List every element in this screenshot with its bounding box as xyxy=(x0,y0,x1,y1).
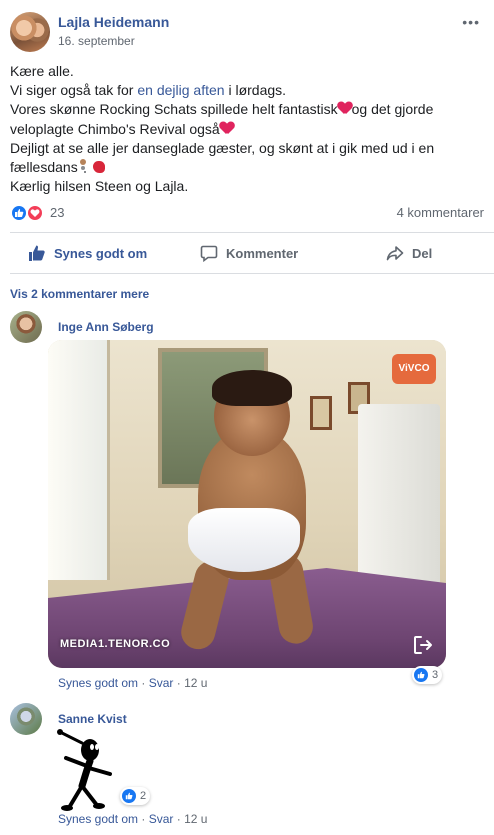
more-options-icon[interactable]: ••• xyxy=(462,14,480,30)
gif-baby-diaper xyxy=(188,508,300,572)
post-text: Vi siger også tak for xyxy=(10,82,138,99)
comment-reaction-count: 3 xyxy=(432,669,439,681)
share-label: Del xyxy=(412,245,433,261)
love-reaction-icon[interactable] xyxy=(26,204,44,222)
post-author[interactable]: Lajla Heidemann xyxy=(58,14,169,30)
post-line: Kære alle. xyxy=(10,62,484,81)
post-actions: Synes godt om Kommenter Del xyxy=(10,232,494,274)
post-line: Kærlig hilsen Steen og Lajla. xyxy=(10,177,484,196)
like-reaction-icon xyxy=(414,668,428,682)
post-line: Dejligt at se alle jer danseglade gæster… xyxy=(10,139,484,158)
comment-timestamp[interactable]: 12 u xyxy=(184,676,207,690)
avatar[interactable] xyxy=(10,12,50,52)
post-text: Kære alle. xyxy=(10,63,74,79)
open-external-icon[interactable] xyxy=(412,634,434,656)
comment-label: Kommenter xyxy=(226,245,299,261)
thumbs-up-icon xyxy=(29,245,45,261)
like-reaction-icon[interactable] xyxy=(10,204,28,222)
reaction-count[interactable]: 23 xyxy=(50,205,64,220)
share-arrow-icon xyxy=(386,246,404,261)
comment-like-link[interactable]: Synes godt om xyxy=(58,812,138,826)
like-reaction-icon xyxy=(122,789,136,803)
comment-gif[interactable]: ViVCO MEDIA1.TENOR.CO xyxy=(48,340,446,668)
commenter-avatar[interactable] xyxy=(10,703,42,735)
comment-meta: Synes godt om · Svar · 12 u xyxy=(58,676,207,690)
post-text: veloplagte Chimbo's Revival også xyxy=(10,120,220,137)
post-date[interactable]: 16. september xyxy=(58,34,135,48)
comments-count[interactable]: 4 kommentarer xyxy=(397,205,484,220)
comment-timestamp[interactable]: 12 u xyxy=(184,812,207,826)
commenter-name[interactable]: Sanne Kvist xyxy=(58,712,127,726)
comment-meta: Synes godt om · Svar · 12 u xyxy=(58,812,207,826)
gif-source-label[interactable]: MEDIA1.TENOR.CO xyxy=(60,638,170,650)
reactions-summary: 23 4 kommentarer xyxy=(10,202,484,224)
gif-picture-frame xyxy=(310,396,332,430)
comment-like-link[interactable]: Synes godt om xyxy=(58,676,138,690)
comment-reaction-badge[interactable]: 2 xyxy=(120,787,151,805)
post-text: i lørdags. xyxy=(224,82,287,99)
post-body: Kære alle. Vi siger også tak for en dejl… xyxy=(10,62,484,196)
comment-reply-link[interactable]: Svar xyxy=(149,676,174,690)
comment-reaction-badge[interactable]: 3 xyxy=(412,666,443,684)
like-button[interactable]: Synes godt om xyxy=(28,233,147,273)
meta-separator: · xyxy=(138,812,149,826)
heart-emoji-icon xyxy=(220,122,234,135)
comment-button[interactable]: Kommenter xyxy=(200,233,298,273)
meta-separator: · xyxy=(173,676,185,690)
heart-emoji-icon xyxy=(338,102,352,115)
post-text: fællesdans xyxy=(10,159,78,176)
dancing-stickman-sticker[interactable] xyxy=(52,728,122,812)
dancing-emoji-icon xyxy=(78,158,108,174)
meta-separator: · xyxy=(173,812,185,826)
comment-reply-link[interactable]: Svar xyxy=(149,812,174,826)
comment-reaction-count: 2 xyxy=(140,790,147,802)
post-text: Kærlig hilsen Steen og Lajla. xyxy=(10,178,189,195)
commenter-name[interactable]: Inge Ann Søberg xyxy=(58,320,154,334)
post-line: fællesdans xyxy=(10,158,484,177)
post-text: og det gjorde xyxy=(351,101,434,118)
commenter-avatar[interactable] xyxy=(10,311,42,343)
post-line: veloplagte Chimbo's Revival også xyxy=(10,120,484,139)
post-text: Vores skønne Rocking Schats spillede hel… xyxy=(10,101,338,118)
post-line: Vi siger også tak for en dejlig aften i … xyxy=(10,81,484,100)
like-label: Synes godt om xyxy=(54,245,148,261)
gif-channel-logo: ViVCO xyxy=(392,354,436,384)
post-header: Lajla Heidemann 16. september ••• xyxy=(10,10,484,54)
post-link[interactable]: en dejlig aften xyxy=(137,82,224,98)
view-more-comments-link[interactable]: Vis 2 kommentarer mere xyxy=(10,287,149,301)
meta-separator: · xyxy=(138,676,149,690)
gif-window xyxy=(48,340,110,580)
post-line: Vores skønne Rocking Schats spillede hel… xyxy=(10,100,484,119)
share-button[interactable]: Del xyxy=(386,233,432,273)
comment-bubble-icon xyxy=(200,245,218,262)
gif-baby-hair xyxy=(212,370,292,406)
post-text: Dejligt at se alle jer danseglade gæster… xyxy=(10,139,435,156)
